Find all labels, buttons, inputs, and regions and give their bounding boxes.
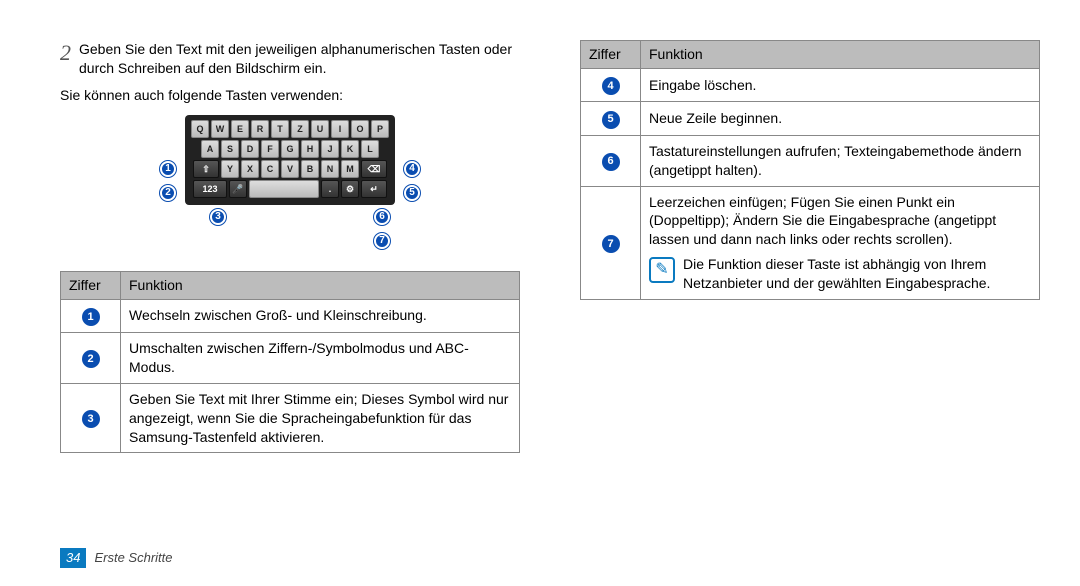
key: L <box>361 140 379 158</box>
note-text: Die Funktion dieser Taste ist abhängig v… <box>683 255 1031 293</box>
table-row: 1 Wechseln zwischen Groß- und Kleinschre… <box>61 299 520 332</box>
numball-icon: 1 <box>82 308 100 326</box>
func-cell: Leerzeichen einfügen; Fügen Sie einen Pu… <box>641 186 1040 299</box>
key: Z <box>291 120 309 138</box>
settings-key: ⚙ <box>341 180 359 198</box>
col-funktion: Funktion <box>121 271 520 299</box>
callout-4: 4 <box>404 161 420 177</box>
note-icon: ✎ <box>649 257 675 283</box>
key: C <box>261 160 279 178</box>
kbd-row-4: 123 🎤 . ⚙ ↵ <box>190 180 390 198</box>
key: O <box>351 120 369 138</box>
callout-5: 5 <box>404 185 420 201</box>
key: R <box>251 120 269 138</box>
kbd-row-2: A S D F G H J K L <box>190 140 390 158</box>
key: B <box>301 160 319 178</box>
key: M <box>341 160 359 178</box>
func-text: Leerzeichen einfügen; Fügen Sie einen Pu… <box>649 193 1031 250</box>
backspace-key: ⌫ <box>361 160 387 178</box>
table-row: 7 Leerzeichen einfügen; Fügen Sie einen … <box>581 186 1040 299</box>
key: D <box>241 140 259 158</box>
func-text: Umschalten zwischen Ziffern-/Symbolmodus… <box>121 332 520 383</box>
col-ziffer: Ziffer <box>61 271 121 299</box>
key: V <box>281 160 299 178</box>
key: E <box>231 120 249 138</box>
key: K <box>341 140 359 158</box>
key: A <box>201 140 219 158</box>
callout-6: 6 <box>374 209 390 225</box>
func-text: Neue Zeile beginnen. <box>641 102 1040 135</box>
enter-key: ↵ <box>361 180 387 198</box>
numball-icon: 2 <box>82 350 100 368</box>
key: T <box>271 120 289 138</box>
callout-2: 2 <box>160 185 176 201</box>
callout-1: 1 <box>160 161 176 177</box>
key: Y <box>221 160 239 178</box>
mic-key: 🎤 <box>229 180 247 198</box>
onscreen-keyboard: Q W E R T Z U I O P A S D F G H <box>185 115 395 205</box>
kbd-row-1: Q W E R T Z U I O P <box>190 120 390 138</box>
func-text: Wechseln zwischen Groß- und Kleinschreib… <box>121 299 520 332</box>
numball-icon: 7 <box>602 235 620 253</box>
numball-icon: 3 <box>82 410 100 428</box>
key: X <box>241 160 259 178</box>
table-row: 4 Eingabe löschen. <box>581 68 1040 101</box>
mode-key: 123 <box>193 180 227 198</box>
key: G <box>281 140 299 158</box>
key: H <box>301 140 319 158</box>
step-number: 2 <box>60 42 71 78</box>
kbd-row-3: ⇧ Y X C V B N M ⌫ <box>190 160 390 178</box>
table-row: 5 Neue Zeile beginnen. <box>581 102 1040 135</box>
function-table-left: Ziffer Funktion 1 Wechseln zwischen Groß… <box>60 271 520 454</box>
callout-7: 7 <box>374 233 390 249</box>
key: Q <box>191 120 209 138</box>
key: J <box>321 140 339 158</box>
space-key <box>249 180 319 198</box>
func-text: Eingabe löschen. <box>641 68 1040 101</box>
page-footer: 34 Erste Schritte <box>60 548 173 568</box>
subnote: Sie können auch folgende Tasten verwende… <box>60 86 520 105</box>
col-funktion: Funktion <box>641 41 1040 69</box>
table-row: 3 Geben Sie Text mit Ihrer Stimme ein; D… <box>61 383 520 453</box>
col-ziffer: Ziffer <box>581 41 641 69</box>
manual-page: 2 Geben Sie den Text mit den jeweiligen … <box>0 0 1080 483</box>
key: N <box>321 160 339 178</box>
key: I <box>331 120 349 138</box>
dot-key: . <box>321 180 339 198</box>
numball-icon: 6 <box>602 153 620 171</box>
key: F <box>261 140 279 158</box>
table-row: 2 Umschalten zwischen Ziffern-/Symbolmod… <box>61 332 520 383</box>
shift-key: ⇧ <box>193 160 219 178</box>
callout-3: 3 <box>210 209 226 225</box>
section-name: Erste Schritte <box>94 549 172 567</box>
numball-icon: 4 <box>602 77 620 95</box>
key: U <box>311 120 329 138</box>
key: P <box>371 120 389 138</box>
func-text: Tastatureinstellungen aufrufen; Texteing… <box>641 135 1040 186</box>
left-column: 2 Geben Sie den Text mit den jeweiligen … <box>60 40 520 453</box>
table-row: 6 Tastatureinstellungen aufrufen; Textei… <box>581 135 1040 186</box>
numball-icon: 5 <box>602 111 620 129</box>
function-table-right: Ziffer Funktion 4 Eingabe löschen. 5 Neu… <box>580 40 1040 300</box>
step-text: Geben Sie den Text mit den jeweiligen al… <box>79 40 520 78</box>
key: W <box>211 120 229 138</box>
key: S <box>221 140 239 158</box>
step-line: 2 Geben Sie den Text mit den jeweiligen … <box>60 40 520 78</box>
func-text: Geben Sie Text mit Ihrer Stimme ein; Die… <box>121 383 520 453</box>
keyboard-figure: Q W E R T Z U I O P A S D F G H <box>160 115 420 255</box>
page-number: 34 <box>60 548 86 568</box>
right-column: Ziffer Funktion 4 Eingabe löschen. 5 Neu… <box>580 40 1040 453</box>
